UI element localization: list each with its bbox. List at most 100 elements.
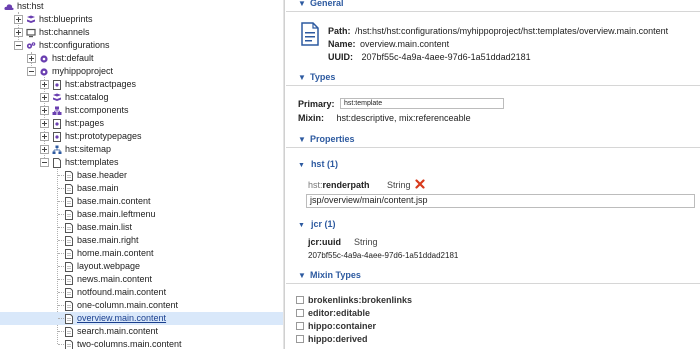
tree-node-channels[interactable]: hst:channels: [0, 26, 283, 39]
tree-node-template[interactable]: two-columns.main.content: [0, 338, 283, 349]
tree-node-template[interactable]: base.main.leftmenu: [0, 208, 283, 221]
tree-node-root[interactable]: hst:hst: [0, 0, 283, 13]
expand-toggle[interactable]: [40, 132, 49, 141]
document-icon: [52, 158, 62, 168]
tree-node-label: overview.main.content: [77, 313, 167, 323]
property-group-jcr[interactable]: ▼ jcr (1): [298, 219, 335, 229]
section-properties-header[interactable]: ▼ Properties: [286, 132, 700, 148]
collapse-triangle-icon: ▼: [298, 162, 305, 169]
mixin-label: Mixin:: [298, 113, 324, 123]
monitor-icon: [26, 28, 36, 38]
tree-node-templates[interactable]: hst:templates: [0, 156, 283, 169]
renderpath-value-field[interactable]: jsp/overview/main/content.jsp: [306, 194, 695, 208]
tree-node-label: base.main: [77, 183, 119, 193]
mixin-option-label: hippo:derived: [308, 334, 368, 344]
checkbox[interactable]: [296, 296, 304, 304]
expand-toggle[interactable]: [40, 106, 49, 115]
property-group-hst[interactable]: ▼ hst (1): [298, 159, 338, 169]
collapse-toggle[interactable]: [14, 41, 23, 50]
section-mixin-types-header[interactable]: ▼ Mixin Types: [286, 268, 700, 284]
tree-node-label: hst:default: [52, 53, 94, 63]
document-icon: [64, 314, 74, 324]
document-icon: [64, 236, 74, 246]
tree-node-default[interactable]: hst:default: [0, 52, 283, 65]
collapse-triangle-icon: ▼: [298, 271, 306, 280]
repository-tree: hst:hst hst:blueprints hst:channels hst:…: [0, 0, 283, 349]
property-namespace: jcr:: [308, 237, 323, 247]
tree-node-template[interactable]: one-column.main.content: [0, 299, 283, 312]
tree-node-template[interactable]: layout.webpage: [0, 260, 283, 273]
tree-node-template[interactable]: news.main.content: [0, 273, 283, 286]
node-document-icon: [300, 22, 320, 46]
tree-node-blueprints[interactable]: hst:blueprints: [0, 13, 283, 26]
tree-node-label: home.main.content: [77, 248, 154, 258]
section-general-header[interactable]: ▼ General: [286, 0, 700, 12]
tree-node-label: news.main.content: [77, 274, 153, 284]
blueprint-icon: [26, 15, 36, 25]
mixin-option-brokenlinks[interactable]: brokenlinks:brokenlinks: [296, 295, 412, 305]
tree-node-label: layout.webpage: [77, 261, 141, 271]
tree-node-components[interactable]: hst:components: [0, 104, 283, 117]
tree-node-template[interactable]: base.main.right: [0, 234, 283, 247]
name-value: overview.main.content: [360, 39, 450, 49]
document-icon: [64, 262, 74, 272]
collapse-toggle[interactable]: [27, 67, 36, 76]
mixin-option-container[interactable]: hippo:container: [296, 321, 376, 331]
tree-node-project[interactable]: myhippoproject: [0, 65, 283, 78]
types-primary: Primary:: [298, 99, 335, 110]
node-editor: ▼ General Path: /hst:hst/hst:configurati…: [286, 0, 700, 349]
pane-splitter[interactable]: [283, 0, 285, 349]
mixin-option-label: brokenlinks:brokenlinks: [308, 295, 413, 305]
tree-node-label: base.main.content: [77, 196, 151, 206]
tree-node-label: base.main.right: [77, 235, 139, 245]
primary-type-field[interactable]: hst:template: [340, 98, 504, 109]
section-title: Mixin Types: [310, 270, 361, 280]
general-name: Name: overview.main.content: [328, 39, 449, 50]
delete-property-icon[interactable]: [415, 179, 425, 189]
expand-toggle[interactable]: [40, 80, 49, 89]
tree-node-template[interactable]: overview.main.content: [0, 312, 283, 325]
document-icon: [64, 301, 74, 311]
checkbox[interactable]: [296, 309, 304, 317]
property-local-name: renderpath: [322, 180, 370, 190]
tree-node-template[interactable]: search.main.content: [0, 325, 283, 338]
document-icon: [64, 275, 74, 285]
general-uuid: UUID: 207bf55c-4a9a-4aee-97d6-1a51ddad21…: [328, 52, 531, 63]
tree-node-pages[interactable]: hst:pages: [0, 117, 283, 130]
mixin-option-editable[interactable]: editor:editable: [296, 308, 370, 318]
uuid-property-value: 207bf55c-4a9a-4aee-97d6-1a51ddad2181: [308, 251, 459, 260]
document-icon: [64, 210, 74, 220]
mixin-option-derived[interactable]: hippo:derived: [296, 334, 368, 344]
collapse-toggle[interactable]: [40, 158, 49, 167]
property-type: String: [354, 237, 378, 247]
tree-node-sitemap[interactable]: hst:sitemap: [0, 143, 283, 156]
tree-node-template[interactable]: base.main.list: [0, 221, 283, 234]
expand-toggle[interactable]: [27, 54, 36, 63]
expand-toggle[interactable]: [40, 93, 49, 102]
tree-node-label: myhippoproject: [52, 66, 114, 76]
tree-node-template[interactable]: base.main.content: [0, 195, 283, 208]
tree-node-template[interactable]: base.header: [0, 169, 283, 182]
tree-node-catalog[interactable]: hst:catalog: [0, 91, 283, 104]
tree-node-template[interactable]: notfound.main.content: [0, 286, 283, 299]
tree-node-template[interactable]: base.main: [0, 182, 283, 195]
expand-toggle[interactable]: [40, 145, 49, 154]
tree-node-configurations[interactable]: hst:configurations: [0, 39, 283, 52]
document-icon: [64, 197, 74, 207]
checkbox[interactable]: [296, 335, 304, 343]
expand-toggle[interactable]: [14, 28, 23, 37]
document-icon: [64, 327, 74, 337]
tree-node-label: hst:abstractpages: [65, 79, 137, 89]
property-uuid-name: jcr:uuid: [308, 237, 341, 247]
tree-node-label: hst:components: [65, 105, 129, 115]
tree-node-abstractpages[interactable]: hst:abstractpages: [0, 78, 283, 91]
checkbox[interactable]: [296, 322, 304, 330]
tree-node-prototypepages[interactable]: hst:prototypepages: [0, 130, 283, 143]
expand-toggle[interactable]: [14, 15, 23, 24]
collapse-triangle-icon: ▼: [298, 135, 306, 144]
mixin-option-label: editor:editable: [308, 308, 371, 318]
expand-toggle[interactable]: [40, 119, 49, 128]
page-icon: [52, 132, 62, 142]
section-types-header[interactable]: ▼ Types: [286, 70, 700, 86]
tree-node-template[interactable]: home.main.content: [0, 247, 283, 260]
